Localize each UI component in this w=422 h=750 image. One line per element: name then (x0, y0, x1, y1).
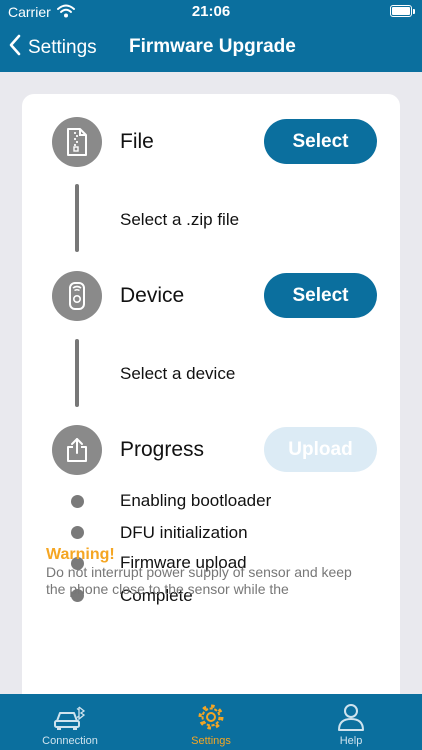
tab-bar: Connection Settings Help (0, 694, 422, 750)
upload-button[interactable]: Upload (264, 427, 377, 472)
file-step-icon (52, 117, 102, 167)
back-label: Settings (28, 36, 97, 58)
warning-text: Do not interrupt power supply of sensor … (46, 564, 352, 597)
file-step-title: File (120, 130, 154, 153)
warning-title: Warning! (46, 546, 115, 563)
sensor-device-icon (69, 282, 85, 310)
battery-icon (390, 5, 412, 17)
status-bar: Carrier 21:06 (0, 0, 422, 24)
clock: 21:06 (191, 3, 231, 20)
back-button[interactable]: Settings (8, 34, 97, 61)
zip-file-icon (67, 128, 87, 156)
device-step-icon (52, 271, 102, 321)
tab-label: Connection (42, 735, 98, 747)
device-hint: Select a device (120, 364, 236, 383)
tab-settings[interactable]: Settings (151, 694, 271, 750)
step-connector (75, 339, 79, 407)
car-bluetooth-icon (53, 701, 87, 733)
battery-tip (413, 9, 415, 14)
file-hint: Select a .zip file (120, 210, 240, 229)
progress-step-title: Progress (120, 438, 205, 461)
header: Carrier 21:06 Settings Firmware Upgrade (0, 0, 422, 72)
stage-enabling-bootloader: Enabling bootloader (120, 491, 272, 510)
gear-icon (196, 701, 226, 733)
device-step-title: Device (120, 284, 185, 307)
chevron-left-icon (8, 34, 22, 61)
firmware-card: File Select Select a .zip file Device Se… (22, 94, 400, 714)
page-title: Firmware Upgrade (129, 36, 296, 57)
step-connector (75, 184, 79, 252)
progress-step-icon (52, 425, 102, 475)
stage-dfu-initialization: DFU initialization (120, 523, 248, 542)
stage-indicator (71, 526, 84, 539)
stage-indicator (71, 495, 84, 508)
tab-connection[interactable]: Connection (10, 694, 130, 750)
select-file-button[interactable]: Select (264, 119, 377, 164)
tab-help[interactable]: Help (291, 694, 411, 750)
upload-icon (67, 438, 87, 462)
select-device-button[interactable]: Select (264, 273, 377, 318)
tab-label: Settings (191, 735, 231, 747)
tab-label: Help (339, 735, 363, 747)
person-icon (336, 701, 366, 733)
